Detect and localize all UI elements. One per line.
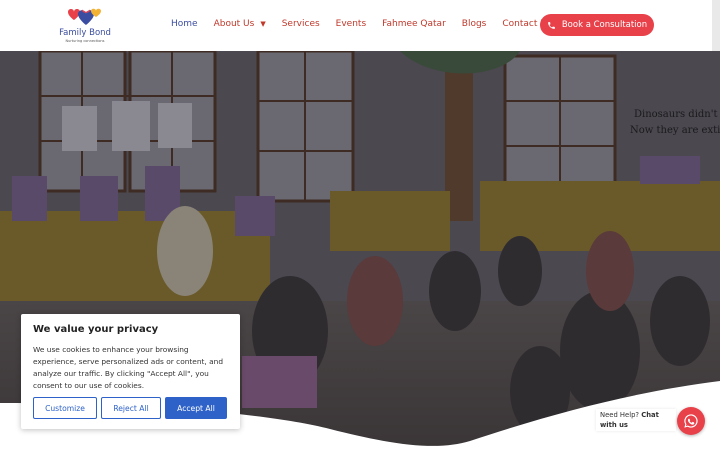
whatsapp-chat-button[interactable]	[677, 407, 705, 435]
chat-label[interactable]: Need Help? Chat with us	[596, 409, 676, 431]
nav-blogs[interactable]: Blogs	[462, 19, 487, 29]
chevron-down-icon: ▼	[260, 20, 266, 28]
chat-label-prefix: Need Help?	[600, 411, 640, 419]
hearts-logo-icon	[68, 8, 101, 25]
brand-name: Family Bond	[59, 28, 111, 38]
reject-all-button[interactable]: Reject All	[101, 397, 161, 419]
book-consultation-button[interactable]: Book a Consultation	[540, 14, 654, 36]
cookie-text: We use cookies to enhance your browsing …	[33, 345, 224, 390]
brand-tagline: Nurturing connections	[65, 39, 105, 43]
main-nav: Home About Us ▼ Services Events Fahmee Q…	[171, 19, 568, 29]
nav-home[interactable]: Home	[171, 19, 198, 29]
customize-button[interactable]: Customize	[33, 397, 97, 419]
nav-fahmee-qatar[interactable]: Fahmee Qatar	[382, 19, 446, 29]
accept-all-button[interactable]: Accept All	[165, 397, 227, 419]
site-header: Family Bond Nurturing connections Home A…	[0, 0, 712, 51]
cookie-title: We value your privacy	[33, 324, 159, 335]
nav-events[interactable]: Events	[336, 19, 366, 29]
nav-about-us[interactable]: About Us ▼	[214, 19, 266, 29]
phone-icon	[547, 21, 556, 30]
brand-logo[interactable]: Family Bond Nurturing connections	[58, 6, 112, 46]
nav-services[interactable]: Services	[282, 19, 320, 29]
cookie-actions: Customize Reject All Accept All	[33, 397, 231, 419]
cookie-consent-banner: We value your privacy We use cookies to …	[21, 314, 240, 429]
whatsapp-icon	[684, 414, 698, 428]
nav-about-us-label: About Us	[213, 19, 255, 29]
scrollbar[interactable]	[712, 0, 720, 51]
book-consultation-label: Book a Consultation	[561, 20, 648, 30]
